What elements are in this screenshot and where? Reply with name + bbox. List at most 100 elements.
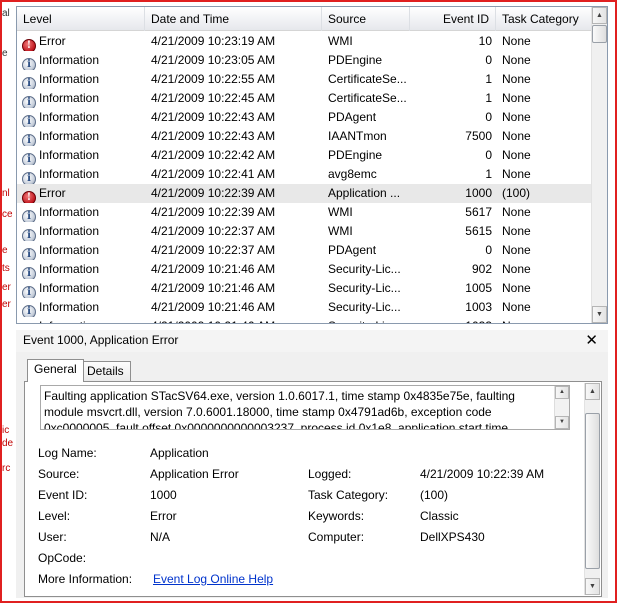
event-date-cell: 4/21/2009 10:22:39 AM (151, 205, 276, 219)
event-row[interactable]: iInformation4/21/2009 10:21:46 AMSecurit… (17, 317, 592, 323)
level-value: Error (150, 509, 177, 523)
event-level-cell: iInformation (22, 222, 147, 241)
event-level-cell: iInformation (22, 298, 147, 317)
event-list-scrollbar[interactable]: ▲ ▼ (591, 7, 607, 323)
scroll-up-arrow-icon[interactable]: ▲ (585, 383, 600, 400)
event-date-cell: 4/21/2009 10:21:46 AM (151, 281, 276, 295)
event-category-cell: None (502, 91, 531, 105)
event-date-cell: 4/21/2009 10:22:37 AM (151, 243, 276, 257)
bg-fragment: al (2, 8, 10, 19)
event-id-cell: 1005 (465, 281, 492, 295)
event-level-cell: iInformation (22, 260, 147, 279)
event-source-cell: avg8emc (328, 167, 377, 181)
event-source-cell: WMI (328, 205, 353, 219)
event-row[interactable]: ! Error 4/21/2009 10:22:39 AM Application .… (17, 184, 592, 203)
event-details-header: Event 1000, Application Error ✕ (16, 330, 608, 352)
source-label: Source: (38, 467, 80, 481)
scroll-down-arrow-icon[interactable]: ▼ (592, 306, 607, 323)
event-source-cell: WMI (328, 34, 353, 48)
event-level-cell: iInformation (22, 279, 147, 298)
event-category-cell: None (502, 110, 531, 124)
event-level-cell: ! Error (22, 32, 147, 51)
event-date-cell: 4/21/2009 10:22:41 AM (151, 167, 276, 181)
event-level-cell: iInformation (22, 165, 147, 184)
event-row[interactable]: i Information 4/21/2009 10:22:42 AM PDEngin… (17, 146, 592, 165)
event-id-cell: 0 (485, 243, 492, 257)
event-id-cell: 1003 (465, 300, 492, 314)
event-row[interactable]: iInformation4/21/2009 10:21:46 AMSecurit… (17, 298, 592, 317)
event-level-text: Information (39, 224, 100, 238)
event-id-cell: 7500 (465, 129, 492, 143)
details-scrollbar[interactable]: ▲ ▼ (584, 383, 600, 595)
event-id-cell: 5617 (465, 205, 492, 219)
event-row[interactable]: iInformation4/21/2009 10:21:46 AMSecurit… (17, 279, 592, 298)
event-source-cell: PDEngine (328, 53, 383, 67)
event-id-cell: 5615 (465, 224, 492, 238)
event-category-cell: None (502, 224, 531, 238)
event-row[interactable]: i Information 4/21/2009 10:22:55 AM Certifi… (17, 70, 592, 89)
tab-details[interactable]: Details (80, 361, 131, 382)
event-level-cell: iInformation (22, 51, 147, 70)
event-level-cell: iInformation (22, 241, 147, 260)
scroll-up-arrow-icon[interactable]: ▲ (555, 386, 569, 399)
event-row[interactable]: ! Error 4/21/2009 10:23:19 AM WMI 10 None (17, 32, 592, 51)
info-icon: i (22, 77, 36, 89)
info-icon: i (22, 172, 36, 184)
close-icon[interactable]: ✕ (585, 331, 598, 349)
user-label: User: (38, 530, 67, 544)
event-level-text: Information (39, 300, 100, 314)
event-level-cell: iInformation (22, 317, 147, 323)
opcode-label: OpCode: (38, 551, 87, 565)
event-level-cell: iInformation (22, 203, 147, 222)
error-icon: ! (22, 39, 36, 51)
event-id-cell: 1000 (465, 186, 492, 200)
column-header-date[interactable]: Date and Time (145, 7, 322, 31)
event-row[interactable]: i Information 4/21/2009 10:23:05 AM PDEngin… (17, 51, 592, 70)
event-source-cell: WMI (328, 224, 353, 238)
column-header-source[interactable]: Source (322, 7, 410, 31)
event-source-cell: Security-Lic... (328, 262, 401, 276)
event-log-online-help-link[interactable]: Event Log Online Help (153, 572, 273, 586)
event-level-text: Information (39, 53, 100, 67)
event-level-text: Information (39, 319, 99, 323)
event-row[interactable]: i Information 4/21/2009 10:22:43 AM PDAgent… (17, 108, 592, 127)
event-list: Level Date and Time Source Event ID Task… (16, 6, 608, 324)
source-value: Application Error (150, 467, 239, 481)
scroll-thumb[interactable] (592, 25, 607, 43)
event-row[interactable]: i Information 4/21/2009 10:22:37 AM WMI 5615… (17, 222, 592, 241)
more-information-label: More Information: (38, 572, 133, 586)
bg-fragment: er (2, 282, 11, 293)
bg-fragment: ic (2, 425, 10, 436)
tab-general[interactable]: General (27, 359, 84, 382)
column-header-event-id[interactable]: Event ID (410, 7, 496, 31)
event-level-cell: iInformation (22, 127, 147, 146)
event-level-text: Information (39, 281, 100, 295)
event-date-cell: 4/21/2009 10:23:19 AM (151, 34, 276, 48)
event-source-cell: CertificateSe... (328, 91, 407, 105)
scroll-down-arrow-icon[interactable]: ▼ (585, 578, 600, 595)
event-message-box[interactable]: Faulting application STacSV64.exe, versi… (40, 385, 570, 430)
event-level-cell: iInformation (22, 70, 147, 89)
scroll-up-arrow-icon[interactable]: ▲ (592, 7, 607, 24)
column-header-level[interactable]: Level (17, 7, 145, 31)
info-icon: i (22, 248, 36, 260)
event-source-cell: Security-Lic... (328, 317, 410, 323)
event-source-cell: CertificateSe... (328, 72, 407, 86)
event-row[interactable]: i Information 4/21/2009 10:22:45 AM Certifi… (17, 89, 592, 108)
event-source-cell: Security-Lic... (328, 300, 401, 314)
scroll-thumb[interactable] (585, 413, 600, 569)
event-source-cell: IAANTmon (328, 129, 387, 143)
scroll-down-arrow-icon[interactable]: ▼ (555, 416, 569, 429)
event-category-cell: None (502, 205, 531, 219)
event-id-cell: 1 (485, 167, 492, 181)
message-scrollbar[interactable]: ▲ ▼ (554, 386, 569, 429)
event-row[interactable]: i Information 4/21/2009 10:22:37 AM PDAgent… (17, 241, 592, 260)
event-row[interactable]: i Information 4/21/2009 10:22:39 AM WMI 5617… (17, 203, 592, 222)
info-icon: i (22, 115, 36, 127)
event-level-text: Information (39, 129, 100, 143)
info-icon: i (22, 286, 36, 298)
event-row[interactable]: i Information 4/21/2009 10:22:41 AM avg8emc… (17, 165, 592, 184)
event-row[interactable]: iInformation4/21/2009 10:21:46 AMSecurit… (17, 260, 592, 279)
event-row[interactable]: i Information 4/21/2009 10:22:43 AM IAANTmo… (17, 127, 592, 146)
column-header-task-category[interactable]: Task Category (496, 7, 592, 31)
